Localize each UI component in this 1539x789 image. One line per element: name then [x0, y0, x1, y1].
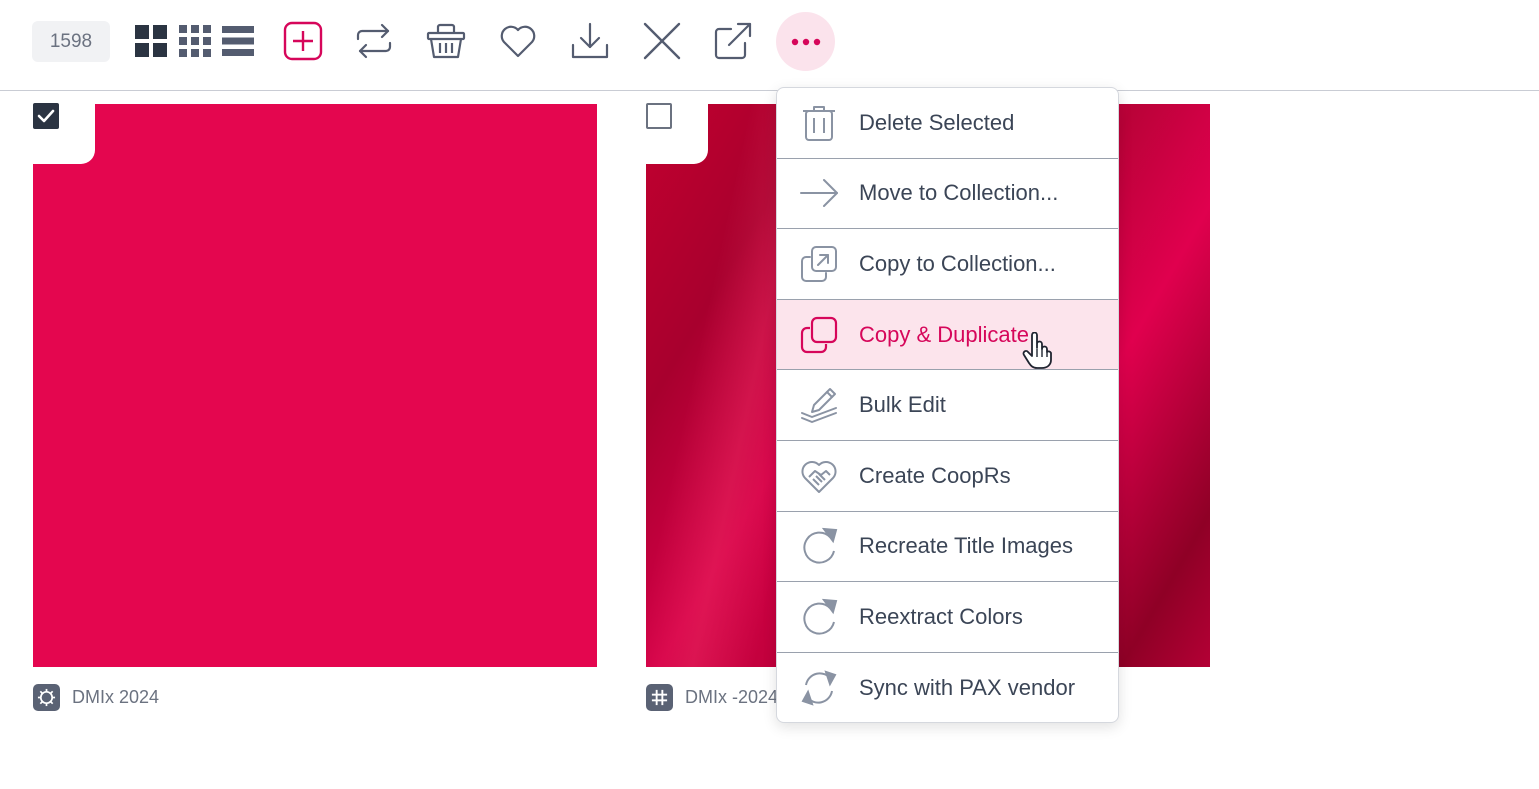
close-icon[interactable] [637, 16, 687, 66]
menu-item-label: Sync with PAX vendor [859, 675, 1076, 701]
menu-item-bulk-edit[interactable]: Bulk Edit [777, 370, 1118, 441]
asset-caption: DMIx 2024 [33, 683, 159, 711]
menu-item-sync-pax-vendor[interactable]: Sync with PAX vendor [777, 653, 1118, 722]
menu-item-label: Bulk Edit [859, 392, 946, 418]
handshake-heart-icon [799, 456, 839, 496]
toolbar: 1598 [0, 0, 1539, 91]
menu-item-label: Move to Collection... [859, 180, 1059, 206]
basket-icon[interactable] [421, 16, 471, 66]
hand-cursor-icon [1022, 331, 1052, 370]
select-checkbox-checked[interactable] [33, 103, 59, 129]
refresh-icon [799, 526, 839, 566]
more-actions-menu: Delete Selected Move to Collection... Co… [776, 87, 1119, 723]
refresh-icon [799, 597, 839, 637]
menu-item-delete-selected[interactable]: Delete Selected [777, 88, 1118, 159]
arrow-right-icon [799, 173, 839, 213]
download-icon[interactable] [565, 16, 615, 66]
menu-item-label: Copy & Duplicate [859, 321, 1029, 347]
copy-to-icon [799, 244, 839, 284]
pencil-stack-icon [799, 385, 839, 425]
menu-item-label: Recreate Title Images [859, 533, 1073, 559]
menu-item-label: Reextract Colors [859, 603, 1023, 629]
menu-item-reextract-colors[interactable]: Reextract Colors [777, 582, 1118, 653]
grid-large-icon[interactable] [126, 16, 176, 66]
menu-item-recreate-title-images[interactable]: Recreate Title Images [777, 512, 1118, 583]
duplicate-icon [799, 315, 839, 355]
gear-badge-icon [33, 683, 60, 711]
external-link-icon[interactable] [708, 16, 758, 66]
list-icon[interactable] [213, 16, 263, 66]
add-icon[interactable] [278, 16, 328, 66]
asset-thumbnail[interactable] [31, 102, 597, 667]
menu-item-copy-to-collection[interactable]: Copy to Collection... [777, 229, 1118, 300]
menu-item-copy-duplicate[interactable]: Copy & Duplicate [777, 299, 1118, 371]
item-count-badge: 1598 [32, 21, 110, 62]
check-icon [37, 109, 55, 123]
menu-item-label: Create CoopRs [859, 462, 1011, 488]
trash-icon [799, 103, 839, 143]
heart-icon[interactable] [493, 16, 543, 66]
menu-item-create-cooprs[interactable]: Create CoopRs [777, 441, 1118, 512]
sync-icon [799, 668, 839, 708]
more-icon[interactable] [776, 12, 835, 71]
asset-caption-label[interactable]: DMIx 2024 [72, 687, 159, 708]
menu-item-label: Delete Selected [859, 109, 1015, 135]
hash-badge-icon [646, 683, 673, 711]
select-checkbox[interactable] [646, 103, 672, 129]
menu-item-move-to-collection[interactable]: Move to Collection... [777, 159, 1118, 230]
asset-caption-label[interactable]: DMIx -2024 [685, 687, 778, 708]
asset-caption: DMIx -2024 [646, 683, 778, 711]
menu-item-label: Copy to Collection... [859, 250, 1056, 276]
sync-icon[interactable] [349, 16, 399, 66]
